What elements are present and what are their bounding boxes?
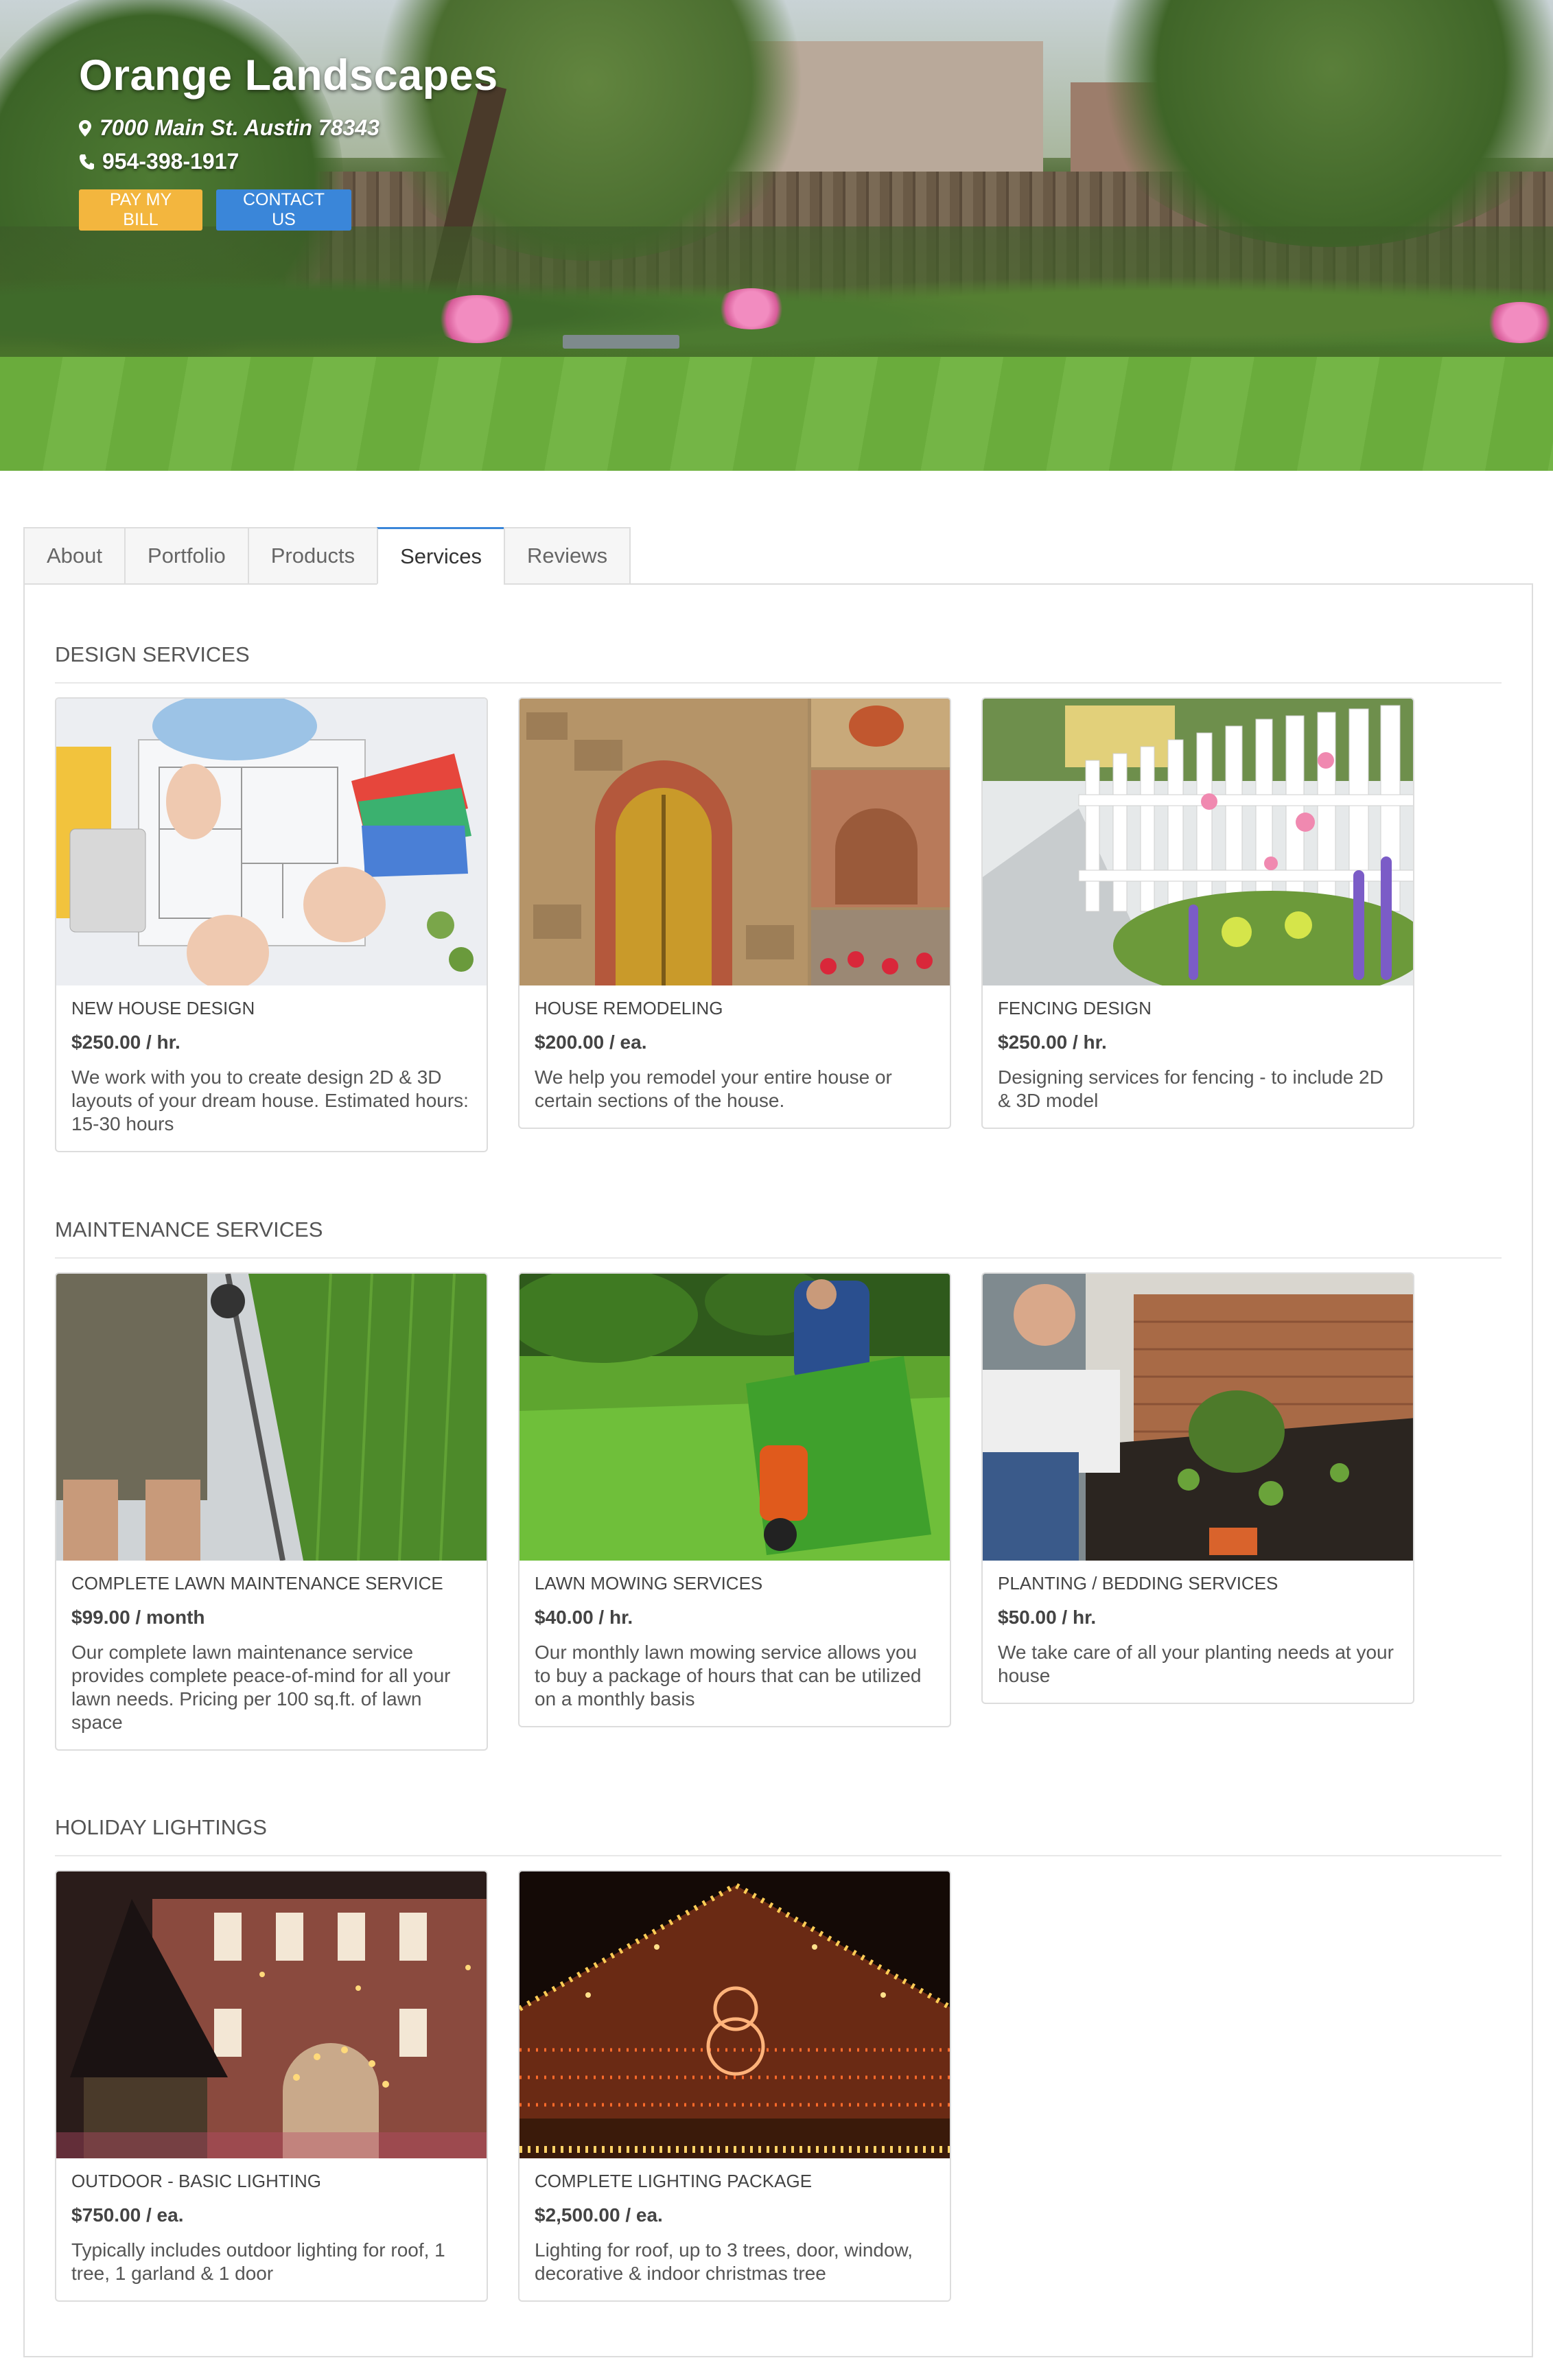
service-name: HOUSE REMODELING [535,998,723,1018]
service-card[interactable]: LAWN MOWING SERVICES $40.00 / hr. Our mo… [518,1272,951,1727]
service-image-lawn-edging [56,1274,487,1561]
service-name: FENCING DESIGN [998,998,1152,1018]
service-image-brick-arch [519,699,950,985]
section-title: HOLIDAY LIGHTINGS [55,1815,1502,1856]
service-card[interactable]: COMPLETE LIGHTING PACKAGE $2,500.00 / ea… [518,1870,951,2302]
hero-banner: Orange Landscapes 7000 Main St. Austin 7… [0,0,1553,471]
service-card[interactable]: FENCING DESIGN $250.00 / hr. Designing s… [981,697,1414,1129]
service-card[interactable]: HOUSE REMODELING $200.00 / ea. We help y… [518,697,951,1129]
service-name: LAWN MOWING SERVICES [535,1573,763,1594]
service-image-lighting-package [519,1871,950,2158]
business-info: Orange Landscapes 7000 Main St. Austin 7… [79,51,498,231]
hero-flowers-right [1482,302,1553,343]
tab-products[interactable]: Products [247,527,377,585]
section-title: DESIGN SERVICES [55,642,1502,684]
service-card[interactable]: NEW HOUSE DESIGN $250.00 / hr. We work w… [55,697,488,1152]
map-marker-icon [79,119,91,137]
service-image-blueprint [56,699,487,985]
service-price: $99.00 / month [71,1607,205,1628]
service-description: Our monthly lawn mowing service allows y… [535,1642,922,1710]
hero-flower-pot-left [432,295,522,343]
service-name: OUTDOOR - BASIC LIGHTING [71,2171,322,2191]
service-price: $2,500.00 / ea. [535,2204,663,2226]
profile-tabs: About Portfolio Products Services Review… [23,527,631,585]
service-description: We work with you to create design 2D & 3… [71,1066,469,1134]
tab-portfolio[interactable]: Portfolio [124,527,248,585]
service-image-outdoor-lighting [56,1871,487,2158]
service-description: Typically includes outdoor lighting for … [71,2239,445,2284]
holiday-lightings-section: HOLIDAY LIGHTINGS OUTDOOR - BASIC LIGHTI… [55,1815,1502,2302]
tab-services[interactable]: Services [377,527,504,585]
hero-bench [563,335,679,349]
service-image-planting [983,1274,1413,1561]
design-services-section: DESIGN SERVICES NEW HOUSE DESIGN $250.00… [55,642,1502,1152]
hero-flower-pot-center [714,288,789,329]
service-price: $250.00 / hr. [998,1031,1107,1053]
hero-lawn [0,357,1553,471]
service-price: $250.00 / hr. [71,1031,180,1053]
maintenance-services-section: MAINTENANCE SERVICES COMPLETE LAWN MAINT… [55,1217,1502,1751]
tab-reviews[interactable]: Reviews [503,527,631,585]
section-title: MAINTENANCE SERVICES [55,1217,1502,1259]
service-card[interactable]: PLANTING / BEDDING SERVICES $50.00 / hr.… [981,1272,1414,1704]
service-description: Our complete lawn maintenance service pr… [71,1642,451,1733]
business-name: Orange Landscapes [79,51,498,100]
service-card[interactable]: OUTDOOR - BASIC LIGHTING $750.00 / ea. T… [55,1870,488,2302]
business-address: 7000 Main St. Austin 78343 [79,115,498,141]
service-description: Lighting for roof, up to 3 trees, door, … [535,2239,913,2284]
phone-icon [80,154,94,170]
service-name: NEW HOUSE DESIGN [71,998,255,1018]
service-name: COMPLETE LIGHTING PACKAGE [535,2171,813,2191]
service-description: We take care of all your planting needs … [998,1642,1394,1686]
service-price: $40.00 / hr. [535,1607,633,1628]
service-price: $200.00 / ea. [535,1031,647,1053]
address-text: 7000 Main St. Austin 78343 [100,115,380,140]
service-name: PLANTING / BEDDING SERVICES [998,1573,1278,1594]
service-price: $750.00 / ea. [71,2204,184,2226]
service-image-lawn-mowing [519,1274,950,1561]
phone-text[interactable]: 954-398-1917 [102,149,239,174]
service-price: $50.00 / hr. [998,1607,1097,1628]
service-description: We help you remodel your entire house or… [535,1066,892,1111]
business-phone: 954-398-1917 [79,149,498,174]
service-card[interactable]: COMPLETE LAWN MAINTENANCE SERVICE $99.00… [55,1272,488,1751]
tab-about[interactable]: About [23,527,125,585]
service-name: COMPLETE LAWN MAINTENANCE SERVICE [71,1573,443,1594]
service-description: Designing services for fencing - to incl… [998,1066,1383,1111]
contact-us-button[interactable]: CONTACT US [216,189,351,231]
pay-my-bill-button[interactable]: PAY MY BILL [79,189,202,231]
service-image-picket-fence [983,699,1413,985]
